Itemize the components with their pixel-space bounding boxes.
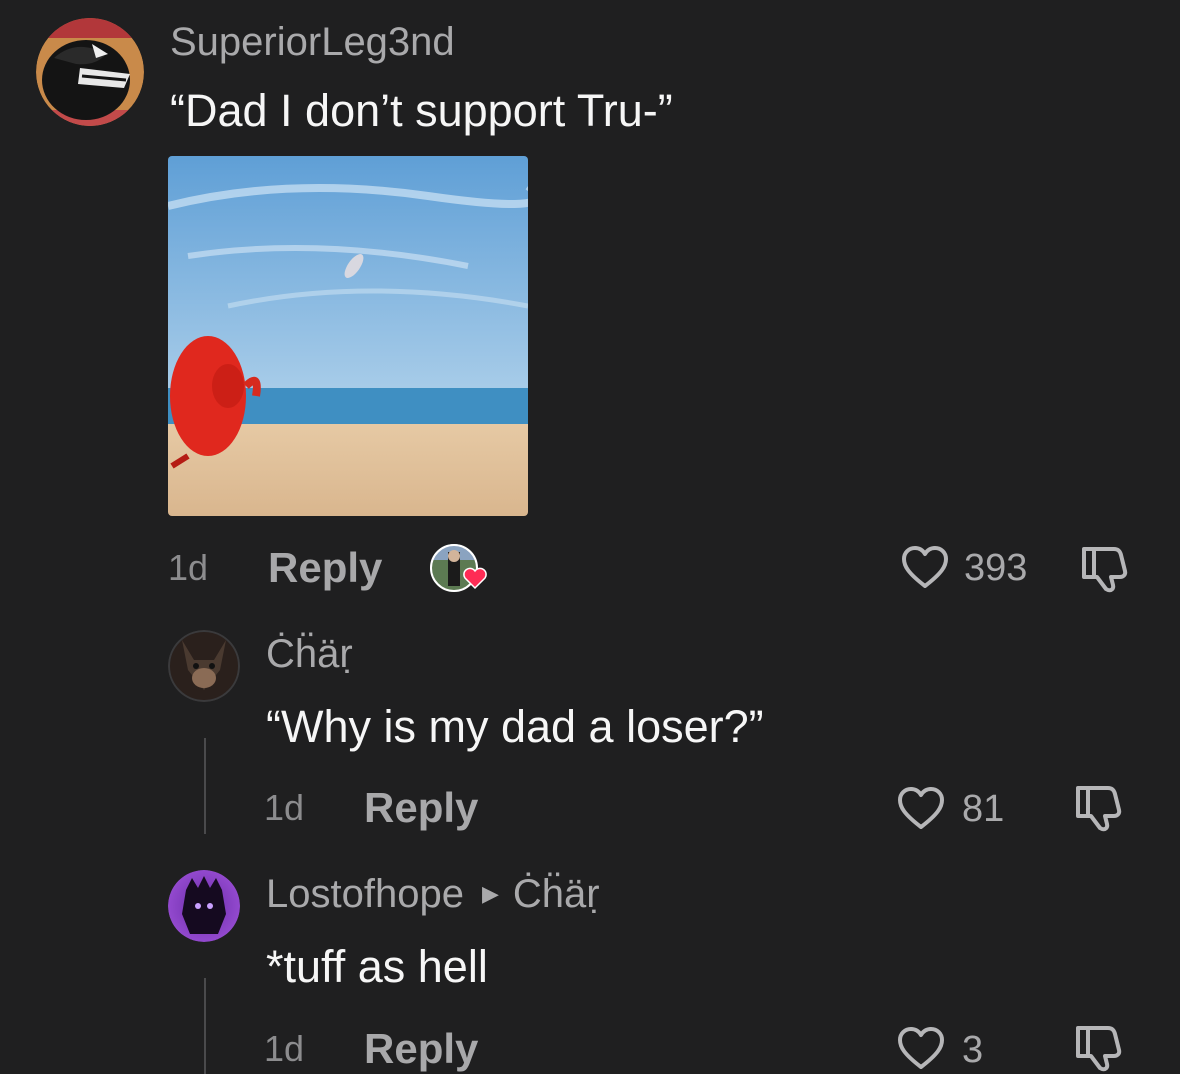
comment-time: 1d [168, 547, 209, 588]
comment-text: “Why is my dad a loser?” [266, 701, 764, 752]
comment-time: 1d [264, 787, 305, 828]
comment-text: *tuff as hell [266, 941, 488, 992]
triangle-right-icon: ▶ [481, 881, 499, 906]
reply-button[interactable]: Reply [364, 1028, 478, 1070]
heart-outline-icon[interactable] [896, 1026, 946, 1072]
avatar[interactable] [36, 18, 144, 126]
creator-liked-heart-icon [462, 566, 488, 590]
thread-line [204, 978, 206, 1074]
comment-gif-image[interactable] [168, 156, 528, 516]
avatar[interactable] [168, 870, 240, 942]
comment-username[interactable]: SuperiorLeg3nd [170, 22, 455, 62]
thumbs-down-icon[interactable] [1074, 782, 1128, 834]
comment-username[interactable]: Lostofhope [266, 874, 464, 914]
comment-username[interactable]: Ċḧäṛ [266, 634, 353, 674]
like-count: 393 [964, 547, 1028, 589]
comments-page: SuperiorLeg3nd “Dad I don’t support Tru-… [0, 0, 1180, 1074]
heart-outline-icon[interactable] [896, 786, 946, 832]
comment-time: 1d [264, 1028, 305, 1069]
thumbs-down-icon[interactable] [1074, 1022, 1128, 1072]
thumbs-down-icon[interactable] [1080, 543, 1134, 595]
reply-header: Lostofhope ▶ Ċḧäṛ [266, 874, 600, 914]
heart-outline-icon[interactable] [900, 545, 950, 591]
like-count: 3 [962, 1029, 984, 1071]
reply-button[interactable]: Reply [364, 787, 478, 829]
like-count: 81 [962, 788, 1005, 830]
avatar[interactable] [168, 630, 240, 702]
reply-to-username[interactable]: Ċḧäṛ [513, 874, 600, 914]
thread-line [204, 738, 206, 834]
comment-text: “Dad I don’t support Tru-” [170, 85, 673, 136]
reply-button[interactable]: Reply [268, 547, 382, 589]
